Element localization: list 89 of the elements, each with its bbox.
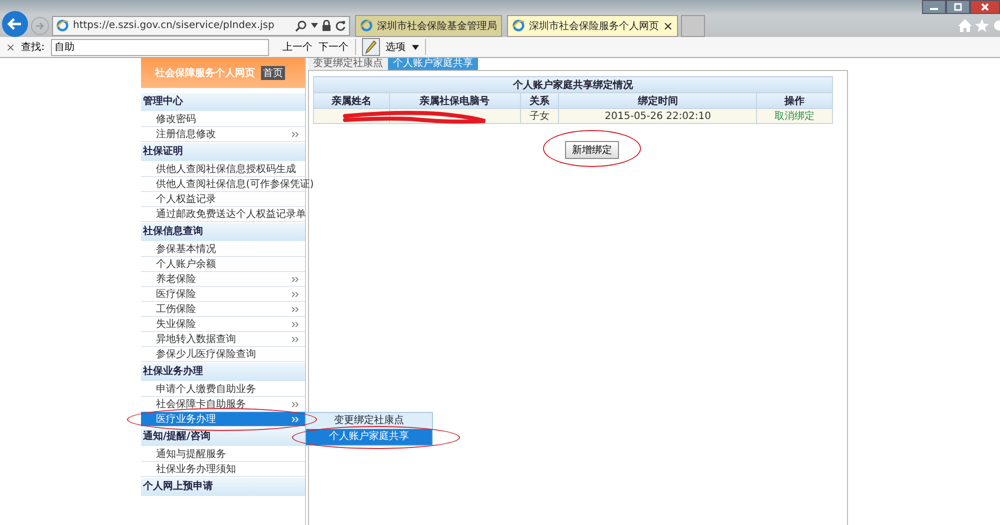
forward-arrow-icon (35, 20, 45, 30)
back-arrow-icon (7, 16, 23, 30)
table-cell: 2015-05-26 22:02:10 (558, 108, 757, 124)
item-label: 医疗业务办理 (156, 412, 217, 426)
sidebar-item[interactable]: 养老保险 (141, 272, 305, 287)
sidebar-item[interactable]: 供他人查阅社保信息授权码生成 (141, 162, 305, 177)
minimize-button[interactable] (922, 0, 946, 14)
browser-tab[interactable]: 深圳市社会保险基金管理局 (355, 14, 502, 36)
sidebar-item[interactable]: 修改密码 (141, 112, 305, 127)
item-label: 申请个人缴费自助业务 (156, 382, 257, 396)
item-label: 修改密码 (156, 112, 197, 126)
column-header: 操作 (756, 92, 832, 108)
item-label: 注册信息修改 (156, 128, 217, 141)
browser-logo-icon (56, 19, 69, 32)
back-button[interactable] (2, 10, 28, 36)
tab-close-button[interactable]: × (663, 18, 674, 32)
submenu-item[interactable]: 个人账户家庭共享 (306, 429, 432, 445)
address-bar[interactable]: https://e.szsi.gov.cn/siservice/pIndex.jsp (52, 16, 350, 36)
star-icon[interactable] (975, 19, 989, 32)
table-title: 个人账户家庭共享绑定情况 (314, 76, 832, 92)
section-header[interactable]: 社保业务办理 (141, 363, 305, 381)
tab-title: 深圳市社会保险基金管理局 (377, 20, 497, 32)
item-label: 个人权益记录 (156, 192, 217, 206)
home-link[interactable]: 首页 (261, 66, 285, 80)
item-label: 供他人查阅社保信息(可作参保凭证) (156, 178, 314, 191)
highlight-button[interactable] (362, 38, 380, 56)
sidebar-item[interactable]: 医疗保险 (141, 287, 305, 302)
item-label: 医疗保险 (156, 288, 197, 301)
browser-logo-icon (512, 19, 525, 32)
options-button[interactable]: 选项 (386, 40, 406, 54)
maximize-button[interactable] (946, 0, 970, 14)
submenu-item[interactable]: 变更绑定社康点 (306, 413, 432, 429)
sidebar-item[interactable]: 参保基本情况 (141, 242, 305, 257)
add-binding-button[interactable]: 新增绑定 (565, 141, 619, 159)
pencil-icon (364, 40, 377, 54)
maximize-icon (953, 3, 963, 11)
table-cell: 子女 (520, 108, 559, 124)
item-label: 个人账户余额 (156, 258, 217, 271)
item-label: 工伤保险 (156, 303, 197, 316)
section-header[interactable]: 社保证明 (141, 143, 305, 161)
item-label: 通过邮政免费送达个人权益记录单 (156, 208, 306, 221)
column-header: 关系 (520, 92, 559, 108)
close-button[interactable] (970, 0, 1000, 14)
unbind-link[interactable]: 取消绑定 (774, 111, 815, 122)
sidebar-item[interactable]: 个人权益记录 (141, 192, 305, 207)
close-icon (980, 3, 990, 11)
column-header: 亲属社保电脑号 (389, 92, 520, 108)
find-close-button[interactable]: × (6, 40, 16, 54)
sidebar-item[interactable]: 通知与提醒服务 (141, 447, 305, 462)
section-header[interactable]: 管理中心 (141, 93, 305, 111)
sidebar-item[interactable]: 个人账户余额 (141, 257, 305, 272)
sidebar-item[interactable]: 注册信息修改 (141, 127, 305, 142)
section-header[interactable]: 个人网上预申请 (141, 478, 305, 496)
tab-title: 深圳市社会保险服务个人网页 (529, 20, 659, 32)
browser-tab[interactable]: 深圳市社会保险服务个人网页 × (507, 14, 678, 36)
column-header: 亲属姓名 (314, 92, 390, 108)
refresh-icon[interactable] (335, 20, 346, 31)
item-label: 通知与提醒服务 (156, 448, 227, 461)
find-next-button[interactable]: 下一个 (318, 40, 349, 54)
section-header[interactable]: 社保信息查询 (141, 223, 305, 241)
item-label: 异地转入数据查询 (156, 332, 237, 346)
sidebar-item[interactable]: 通过邮政免费送达个人权益记录单 (141, 207, 305, 222)
find-previous-button[interactable]: 上一个 (282, 40, 313, 54)
url-text: https://e.szsi.gov.cn/siservice/pIndex.jsp (73, 20, 276, 31)
section-header[interactable]: 通知/提醒/咨询 (141, 428, 305, 446)
find-label: 查找: (21, 40, 45, 54)
content-tab[interactable]: 变更绑定社康点 (308, 58, 388, 70)
item-label: 失业保险 (156, 318, 197, 331)
sidebar-item[interactable]: 异地转入数据查询 (141, 332, 305, 347)
item-label: 养老保险 (156, 272, 197, 286)
browser-logo-icon (360, 19, 373, 32)
site-title: 社会保障服务个人网页 (155, 66, 255, 80)
item-label: 社会保障卡自助服务 (156, 398, 247, 411)
item-label: 社保业务办理须知 (156, 462, 237, 476)
dropdown-caret-icon[interactable] (311, 23, 318, 28)
sidebar-item[interactable]: 社保业务办理须知 (141, 462, 305, 477)
sidebar-item[interactable]: 申请个人缴费自助业务 (141, 382, 305, 397)
sidebar-item[interactable]: 医疗业务办理 (141, 412, 305, 427)
sidebar-item[interactable]: 工伤保险 (141, 302, 305, 317)
column-header: 绑定时间 (558, 92, 757, 108)
item-label: 参保基本情况 (156, 242, 217, 256)
sidebar-item[interactable]: 参保少儿医疗保险查询 (141, 347, 305, 362)
item-label: 参保少儿医疗保险查询 (156, 348, 257, 361)
find-field[interactable]: 自助 (50, 38, 269, 56)
sidebar-item[interactable]: 失业保险 (141, 317, 305, 332)
lock-icon (322, 20, 331, 31)
search-icon[interactable] (295, 20, 307, 32)
dropdown-caret-icon[interactable] (412, 44, 419, 50)
item-label: 供他人查阅社保信息授权码生成 (156, 162, 297, 176)
